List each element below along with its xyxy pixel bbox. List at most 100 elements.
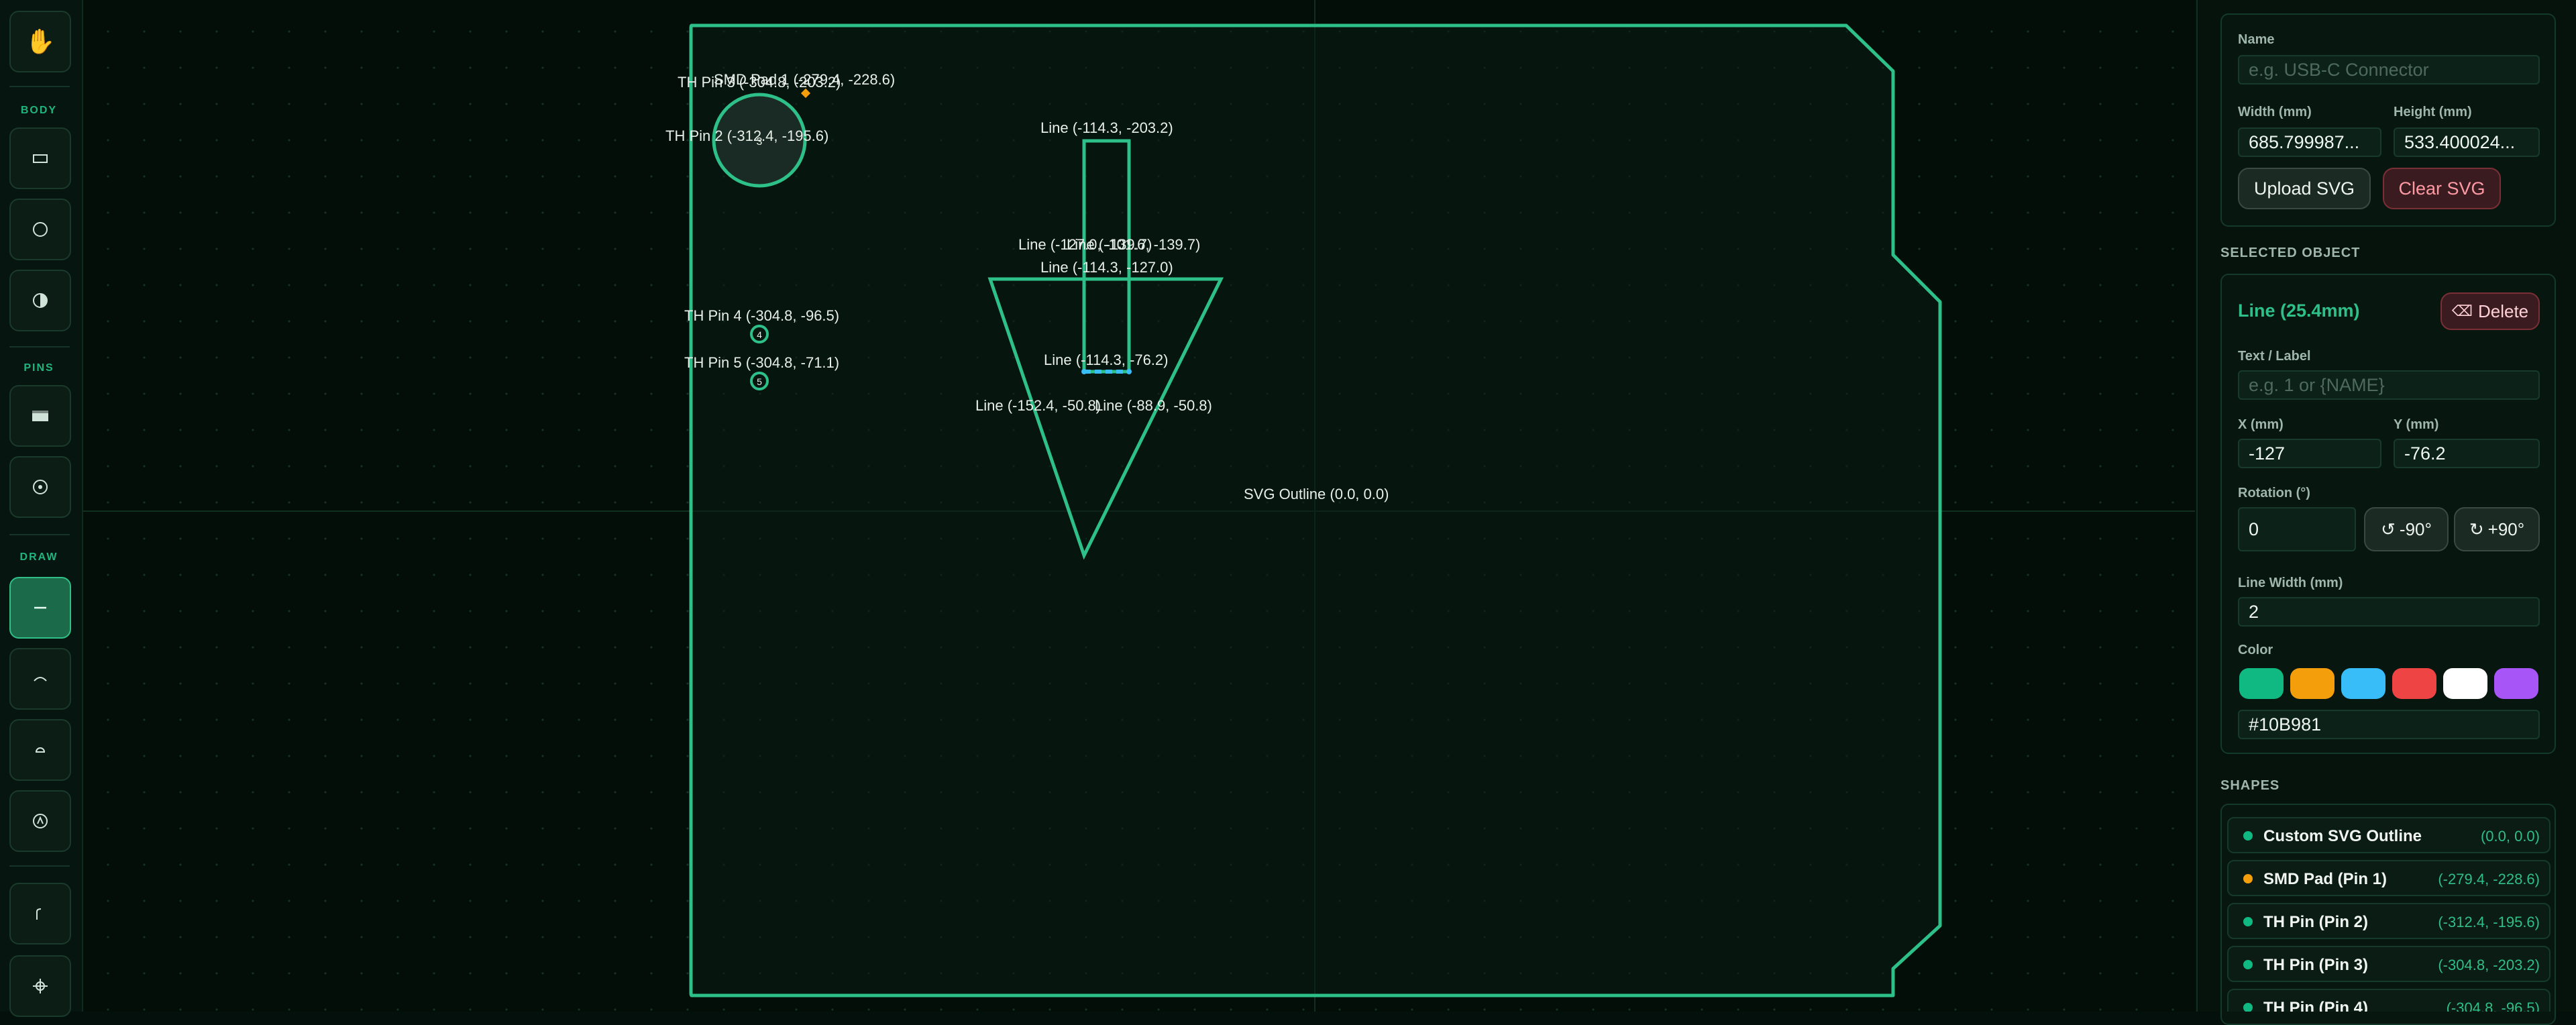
shape-name: TH Pin (Pin 4)	[2263, 999, 2368, 1012]
properties-panel: Name e.g. USB-C Connector Width (mm) 685…	[2196, 0, 2576, 1025]
through-hole-pin-button[interactable]	[9, 456, 71, 518]
swatch-white[interactable]	[2443, 668, 2487, 699]
svg-outline-label: SVG Outline (0.0, 0.0)	[1244, 486, 1389, 502]
swatch-orange[interactable]	[2290, 668, 2334, 699]
shape-row[interactable]: TH Pin (Pin 4) (-304.8, -96.5)	[2227, 989, 2551, 1012]
line-left-label: Line (-152.4, -50.8)	[975, 397, 1101, 414]
shape-name: SMD Pad (Pin 1)	[2263, 870, 2387, 888]
shape-color-dot	[2243, 1003, 2253, 1012]
shape-name: Custom SVG Outline	[2263, 827, 2422, 845]
arc-tool-button[interactable]	[9, 648, 71, 710]
shape-row[interactable]: SMD Pad (Pin 1) (-279.4, -228.6)	[2227, 860, 2551, 896]
rotate-cw-button[interactable]: ↻ +90°	[2454, 507, 2540, 551]
line-selected-label: Line (-114.3, -76.2)	[1044, 352, 1168, 368]
y-input[interactable]: -76.2	[2394, 439, 2540, 468]
corner-tool-button[interactable]	[9, 883, 71, 945]
clear-svg-label: Clear SVG	[2398, 178, 2485, 199]
delete-button[interactable]: ⌫ Delete	[2440, 292, 2540, 330]
selected-line-handle[interactable]	[1126, 369, 1132, 374]
pan-tool-button[interactable]: ✋	[9, 11, 71, 72]
hand-icon: ✋	[25, 28, 56, 55]
shape-color-dot	[2243, 874, 2253, 883]
shape-row[interactable]: TH Pin (Pin 3) (-304.8, -203.2)	[2227, 946, 2551, 982]
th-pin-5-label: TH Pin 5 (-304.8, -71.1)	[684, 354, 839, 371]
swatch-blue[interactable]	[2341, 668, 2385, 699]
line-tool-button[interactable]	[9, 577, 71, 639]
color-hex-input[interactable]: #10B981	[2238, 710, 2540, 739]
x-label: X (mm)	[2238, 417, 2284, 432]
design-canvas[interactable]: 3 4 5 TH Pin 3 (-304.8, -203.2) SMD Pad …	[83, 0, 2195, 1012]
rotate-ccw-label: -90°	[2399, 519, 2432, 539]
corner-icon	[36, 908, 42, 920]
name-input[interactable]: e.g. USB-C Connector	[2238, 55, 2540, 85]
rotate-ccw-button[interactable]: ↺ -90°	[2364, 507, 2449, 551]
swatch-red[interactable]	[2392, 668, 2436, 699]
shape-color-dot	[2243, 831, 2253, 841]
delete-label: Delete	[2477, 301, 2529, 321]
height-input[interactable]: 533.400024...	[2394, 127, 2540, 157]
text-tool-button[interactable]	[9, 790, 71, 852]
divider	[9, 534, 70, 535]
canvas-drawing: 3 4 5 TH Pin 3 (-304.8, -203.2) SMD Pad …	[83, 0, 2195, 1012]
width-input[interactable]: 685.799987...	[2238, 127, 2381, 157]
line-right-label: Line (-88.9, -50.8)	[1095, 397, 1212, 414]
name-label: Name	[2238, 32, 2275, 47]
rotate-cw-label: +90°	[2487, 519, 2525, 539]
line-width-label: Line Width (mm)	[2238, 576, 2343, 590]
origin-tool-button[interactable]	[9, 955, 71, 1017]
shapes-heading: SHAPES	[2220, 778, 2280, 793]
divider	[9, 346, 70, 347]
pin-5-number: 5	[757, 376, 762, 387]
height-label: Height (mm)	[2394, 105, 2472, 119]
half-circle-icon	[33, 293, 48, 308]
color-label: Color	[2238, 643, 2273, 657]
rotation-input[interactable]: 0	[2238, 507, 2356, 551]
smd-pad-button[interactable]	[9, 385, 71, 447]
circle-body-button[interactable]	[9, 199, 71, 260]
component-properties-card: Name e.g. USB-C Connector Width (mm) 685…	[2220, 13, 2556, 227]
shape-color-dot	[2243, 960, 2253, 969]
section-label-pins: PINS	[23, 362, 54, 374]
shape-row[interactable]: TH Pin (Pin 2) (-312.4, -195.6)	[2227, 903, 2551, 939]
selected-object-heading: SELECTED OBJECT	[2220, 246, 2361, 260]
shape-coord: (0.0, 0.0)	[2480, 828, 2540, 845]
line-b-label: Line (-101.6, -139.7)	[1067, 236, 1200, 253]
shape-row[interactable]: Custom SVG Outline (0.0, 0.0)	[2227, 817, 2551, 853]
shape-coord: (-312.4, -195.6)	[2438, 914, 2540, 930]
y-label: Y (mm)	[2394, 417, 2439, 432]
shape-coord: (-304.8, -96.5)	[2446, 1000, 2540, 1012]
section-label-draw: DRAW	[19, 551, 58, 563]
rotate-left-icon: ↺	[2381, 519, 2396, 539]
width-label: Width (mm)	[2238, 105, 2312, 119]
swatch-purple[interactable]	[2494, 668, 2538, 699]
backspace-icon: ⌫	[2451, 303, 2473, 319]
pad-icon	[32, 411, 48, 421]
text-circle-icon	[33, 814, 48, 828]
selected-line-handle[interactable]	[1081, 369, 1087, 374]
rectangle-body-button[interactable]	[9, 127, 71, 189]
shape-name: TH Pin (Pin 3)	[2263, 956, 2368, 974]
shape-coord: (-304.8, -203.2)	[2438, 957, 2540, 973]
text-label-input[interactable]: e.g. 1 or {NAME}	[2238, 370, 2540, 400]
semicircle-tool-button[interactable]	[9, 719, 71, 781]
swatch-green[interactable]	[2239, 668, 2284, 699]
half-circle-body-button[interactable]	[9, 270, 71, 331]
th-pin-2-label: TH Pin 2 (-312.4, -195.6)	[665, 127, 828, 144]
upload-svg-label: Upload SVG	[2253, 178, 2355, 199]
th-pin-4-label: TH Pin 4 (-304.8, -96.5)	[684, 307, 839, 324]
clear-svg-button[interactable]: Clear SVG	[2383, 168, 2501, 209]
line-width-input[interactable]: 2	[2238, 597, 2540, 627]
shape-color-dot	[2243, 917, 2253, 926]
line-icon	[34, 606, 46, 609]
divider	[9, 86, 70, 87]
rotation-label: Rotation (°)	[2238, 486, 2310, 500]
section-label-body: BODY	[20, 105, 58, 116]
text-label-label: Text / Label	[2238, 349, 2311, 364]
upload-svg-button[interactable]: Upload SVG	[2238, 168, 2371, 209]
crosshair-icon	[33, 979, 48, 993]
svg-outline-shape[interactable]	[689, 23, 1942, 997]
x-input[interactable]: -127	[2238, 439, 2381, 468]
tool-sidebar: ✋ BODY PINS DRAW	[0, 0, 83, 1017]
rectangle-icon	[33, 154, 48, 163]
circle-icon	[33, 222, 48, 237]
